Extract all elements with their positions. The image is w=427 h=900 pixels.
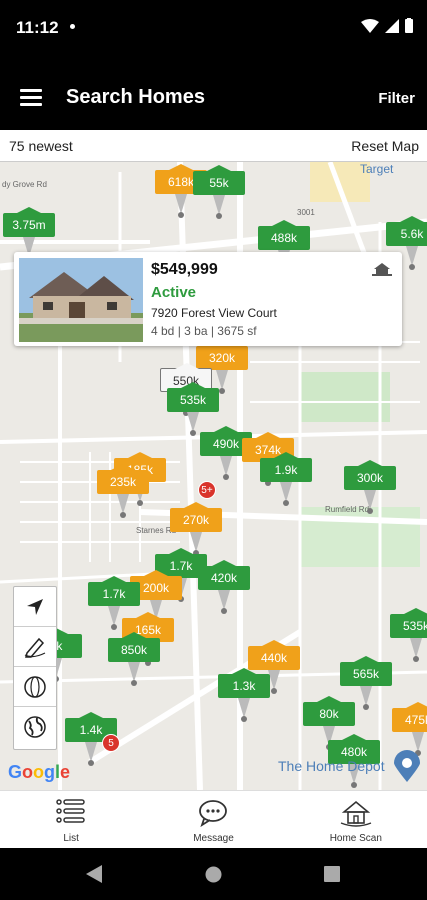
price-pin[interactable]: 300k bbox=[344, 460, 396, 518]
nav-message-label: Message bbox=[193, 833, 234, 844]
status-time: 11:12 bbox=[16, 18, 59, 37]
cluster-badge[interactable]: 5 bbox=[102, 734, 120, 752]
price-pin[interactable]: 535k bbox=[390, 608, 427, 666]
listing-price: $549,999 bbox=[151, 261, 218, 278]
price-pin[interactable]: 55k bbox=[193, 165, 245, 223]
price-pin[interactable]: 850k bbox=[108, 632, 160, 690]
hamburger-menu-icon[interactable] bbox=[20, 89, 42, 107]
results-count[interactable]: 75 newest bbox=[9, 138, 73, 154]
recents-icon[interactable] bbox=[324, 866, 340, 882]
map-tools bbox=[13, 586, 57, 750]
poi-target-label: Target bbox=[360, 162, 394, 176]
notification-dot-icon bbox=[70, 24, 75, 29]
nav-message[interactable]: Message bbox=[142, 791, 284, 848]
price-pin[interactable]: 1.9k bbox=[260, 452, 312, 510]
nav-home-scan-label: Home Scan bbox=[329, 833, 382, 844]
poi-home-depot-label: The Home Depot bbox=[278, 758, 385, 774]
nav-list[interactable]: List bbox=[0, 791, 142, 848]
nav-home-scan[interactable]: Home Scan bbox=[285, 791, 427, 848]
message-icon bbox=[199, 800, 228, 827]
price-pin[interactable]: 420k bbox=[198, 560, 250, 618]
street-label: dy Grove Rd bbox=[2, 180, 47, 189]
cluster-badge[interactable]: 5+ bbox=[198, 481, 216, 499]
wifi-icon bbox=[361, 18, 379, 33]
signal-icon bbox=[385, 18, 399, 33]
page-title: Search Homes bbox=[66, 86, 205, 108]
back-icon[interactable] bbox=[86, 865, 102, 883]
map-layer-button[interactable] bbox=[14, 667, 56, 707]
filter-button[interactable]: Filter bbox=[378, 90, 415, 107]
pencil-draw-icon bbox=[24, 637, 46, 658]
app-root: 11:12 Search Homes Filter 75 newest Rese… bbox=[0, 0, 427, 900]
listing-address: 7920 Forest View Court bbox=[151, 306, 277, 320]
satellite-view-button[interactable] bbox=[14, 707, 56, 747]
map-view[interactable]: dy Grove Rd 3001 Rumfield Rd Starnes Rd … bbox=[0, 162, 427, 790]
listing-card[interactable]: $549,999 Active 7920 Forest View Court 4… bbox=[14, 252, 402, 346]
brokerage-house-icon bbox=[372, 263, 392, 276]
street-label: 3001 bbox=[297, 208, 315, 217]
status-bar: 11:12 bbox=[0, 0, 427, 56]
globe-lines-icon bbox=[24, 675, 46, 698]
app-bar: Search Homes Filter bbox=[0, 56, 427, 130]
list-icon bbox=[56, 799, 85, 823]
my-location-button[interactable] bbox=[14, 587, 56, 627]
earth-icon bbox=[24, 716, 46, 738]
navigation-arrow-icon bbox=[27, 598, 43, 615]
system-navigation-bar bbox=[0, 848, 427, 900]
price-pin[interactable]: 1.3k bbox=[218, 668, 270, 726]
bottom-navigation: List Message Home Scan bbox=[0, 790, 427, 848]
home-icon[interactable] bbox=[205, 866, 222, 883]
home-scan-icon bbox=[340, 800, 372, 827]
google-logo: Google bbox=[8, 762, 71, 782]
reset-map-button[interactable]: Reset Map bbox=[351, 138, 419, 154]
results-bar: 75 newest Reset Map bbox=[0, 130, 427, 162]
draw-area-button[interactable] bbox=[14, 627, 56, 667]
price-pin[interactable]: 235k bbox=[97, 464, 149, 522]
location-pin-icon bbox=[394, 750, 420, 782]
nav-list-label: List bbox=[63, 833, 79, 844]
listing-status: Active bbox=[151, 284, 197, 301]
listing-photo bbox=[19, 258, 143, 342]
status-icons bbox=[361, 18, 413, 33]
battery-icon bbox=[405, 18, 413, 33]
listing-specs: 4 bd | 3 ba | 3675 sf bbox=[151, 324, 257, 338]
